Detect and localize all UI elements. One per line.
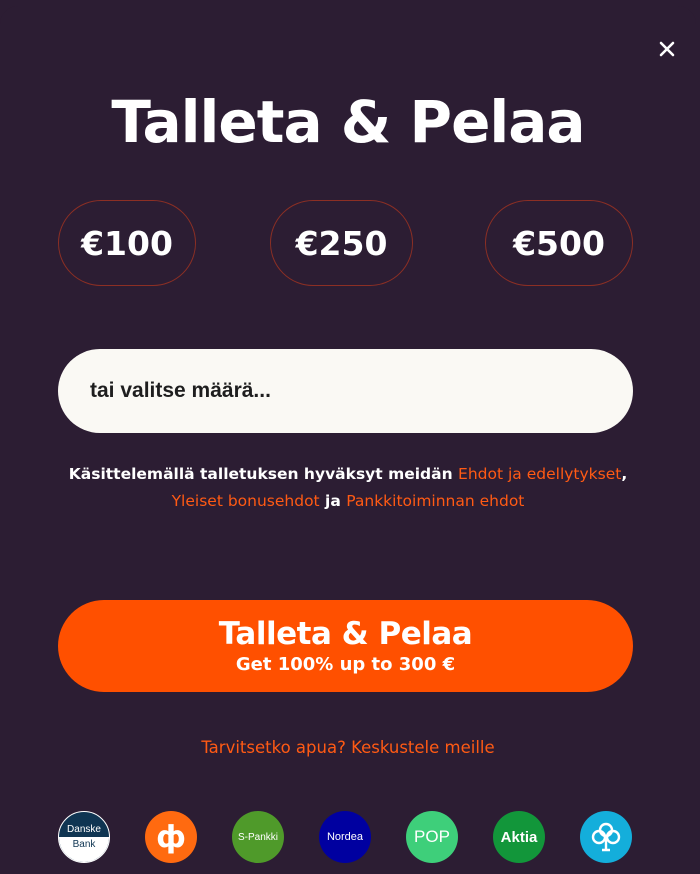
danske-line1: Danske: [67, 824, 101, 835]
danske-bank-logo: Danske Bank: [58, 811, 110, 863]
terms-text: Käsittelemällä talletuksen hyväksyt meid…: [60, 461, 636, 515]
pop-logo: POP: [406, 811, 458, 863]
amount-option-250[interactable]: €250: [270, 200, 413, 286]
bonus-terms-link[interactable]: Yleiset bonusehdot: [172, 492, 320, 510]
aktia-logo: Aktia: [493, 811, 545, 863]
cta-bonus-label: Get 100% up to 300 €: [235, 654, 456, 675]
op-logo: ф: [145, 811, 197, 863]
amount-option-500[interactable]: €500: [485, 200, 633, 286]
op-symbol: ф: [156, 819, 186, 855]
close-button[interactable]: [652, 34, 682, 64]
amount-input-placeholder: tai valitse määrä...: [90, 379, 271, 402]
banking-terms-link[interactable]: Pankkitoiminnan ehdot: [346, 492, 524, 510]
cta-label: Talleta & Pelaa: [218, 616, 473, 652]
dialog-title: Talleta & Pelaa: [111, 88, 585, 156]
clover-icon: [591, 822, 621, 852]
aktia-label: Aktia: [500, 828, 538, 846]
terms-link[interactable]: Ehdot ja edellytykset: [458, 465, 621, 483]
bank-logos: Danske Bank ф S-Pankki Nordea POP Aktia: [58, 811, 634, 865]
nordea-logo: Nordea: [319, 811, 371, 863]
s-pankki-label: S-Pankki: [237, 831, 278, 843]
deposit-dialog: Talleta & Pelaa €100 €250 €500 tai valit…: [0, 6, 696, 874]
s-pankki-logo: S-Pankki: [232, 811, 284, 863]
danske-line2: Bank: [59, 837, 109, 862]
deposit-play-button[interactable]: Talleta & Pelaa Get 100% up to 300 €: [58, 600, 633, 692]
terms-prefix: Käsittelemällä talletuksen hyväksyt meid…: [68, 465, 459, 483]
amount-input[interactable]: tai valitse määrä...: [58, 349, 633, 433]
saastopankki-logo: [580, 811, 632, 863]
pop-label: POP: [414, 827, 450, 846]
terms-and: ja: [319, 492, 347, 510]
terms-comma: ,: [621, 465, 628, 483]
help-chat-link[interactable]: Tarvitsetko apua? Keskustele meille: [0, 738, 696, 757]
nordea-label: Nordea: [326, 831, 364, 843]
amount-option-100[interactable]: €100: [58, 200, 196, 286]
close-icon: [659, 41, 675, 57]
